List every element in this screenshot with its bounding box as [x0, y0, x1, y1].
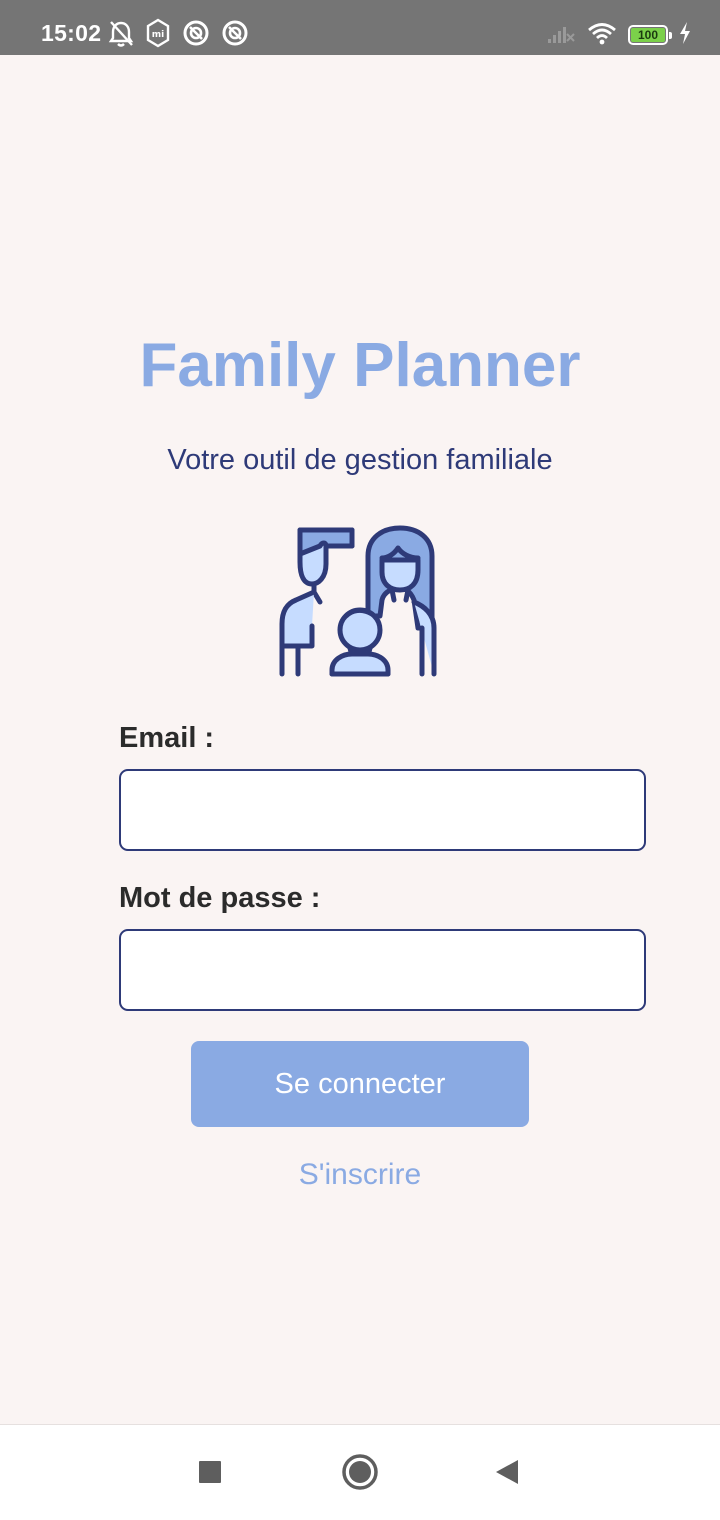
square-icon [198, 1460, 222, 1489]
status-notification-icons: mi [108, 18, 249, 52]
mi-icon: mi [145, 18, 171, 52]
status-bar: 15:02 mi 100 [0, 0, 720, 55]
home-button[interactable] [335, 1449, 385, 1499]
wifi-icon [586, 21, 618, 50]
system-nav-bar [0, 1424, 720, 1520]
back-triangle-icon [494, 1458, 520, 1491]
login-button[interactable]: Se connecter [191, 1041, 529, 1127]
app-icon [221, 18, 249, 52]
password-field[interactable] [119, 929, 646, 1011]
svg-text:mi: mi [152, 30, 164, 40]
login-screen: 15:02 mi 100 Family Planner Votre outil … [0, 0, 720, 1520]
status-time: 15:02 [41, 20, 102, 46]
password-label: Mot de passe : [119, 882, 321, 914]
circle-icon [341, 1453, 379, 1496]
email-field[interactable] [119, 769, 646, 851]
charging-icon [678, 21, 692, 50]
app-icon [182, 18, 210, 52]
recent-apps-button[interactable] [185, 1449, 235, 1499]
back-button[interactable] [482, 1449, 532, 1499]
battery-level: 100 [631, 28, 665, 42]
status-system-icons: 100 [546, 18, 692, 52]
alarm-off-icon [108, 18, 134, 52]
battery-icon: 100 [628, 25, 672, 45]
app-subtitle: Votre outil de gestion familiale [167, 444, 553, 476]
app-title: Family Planner [139, 331, 581, 400]
signup-link[interactable]: S'inscrire [0, 1158, 720, 1192]
email-label: Email : [119, 722, 215, 754]
family-icon [276, 520, 444, 680]
signal-icon [546, 21, 576, 50]
